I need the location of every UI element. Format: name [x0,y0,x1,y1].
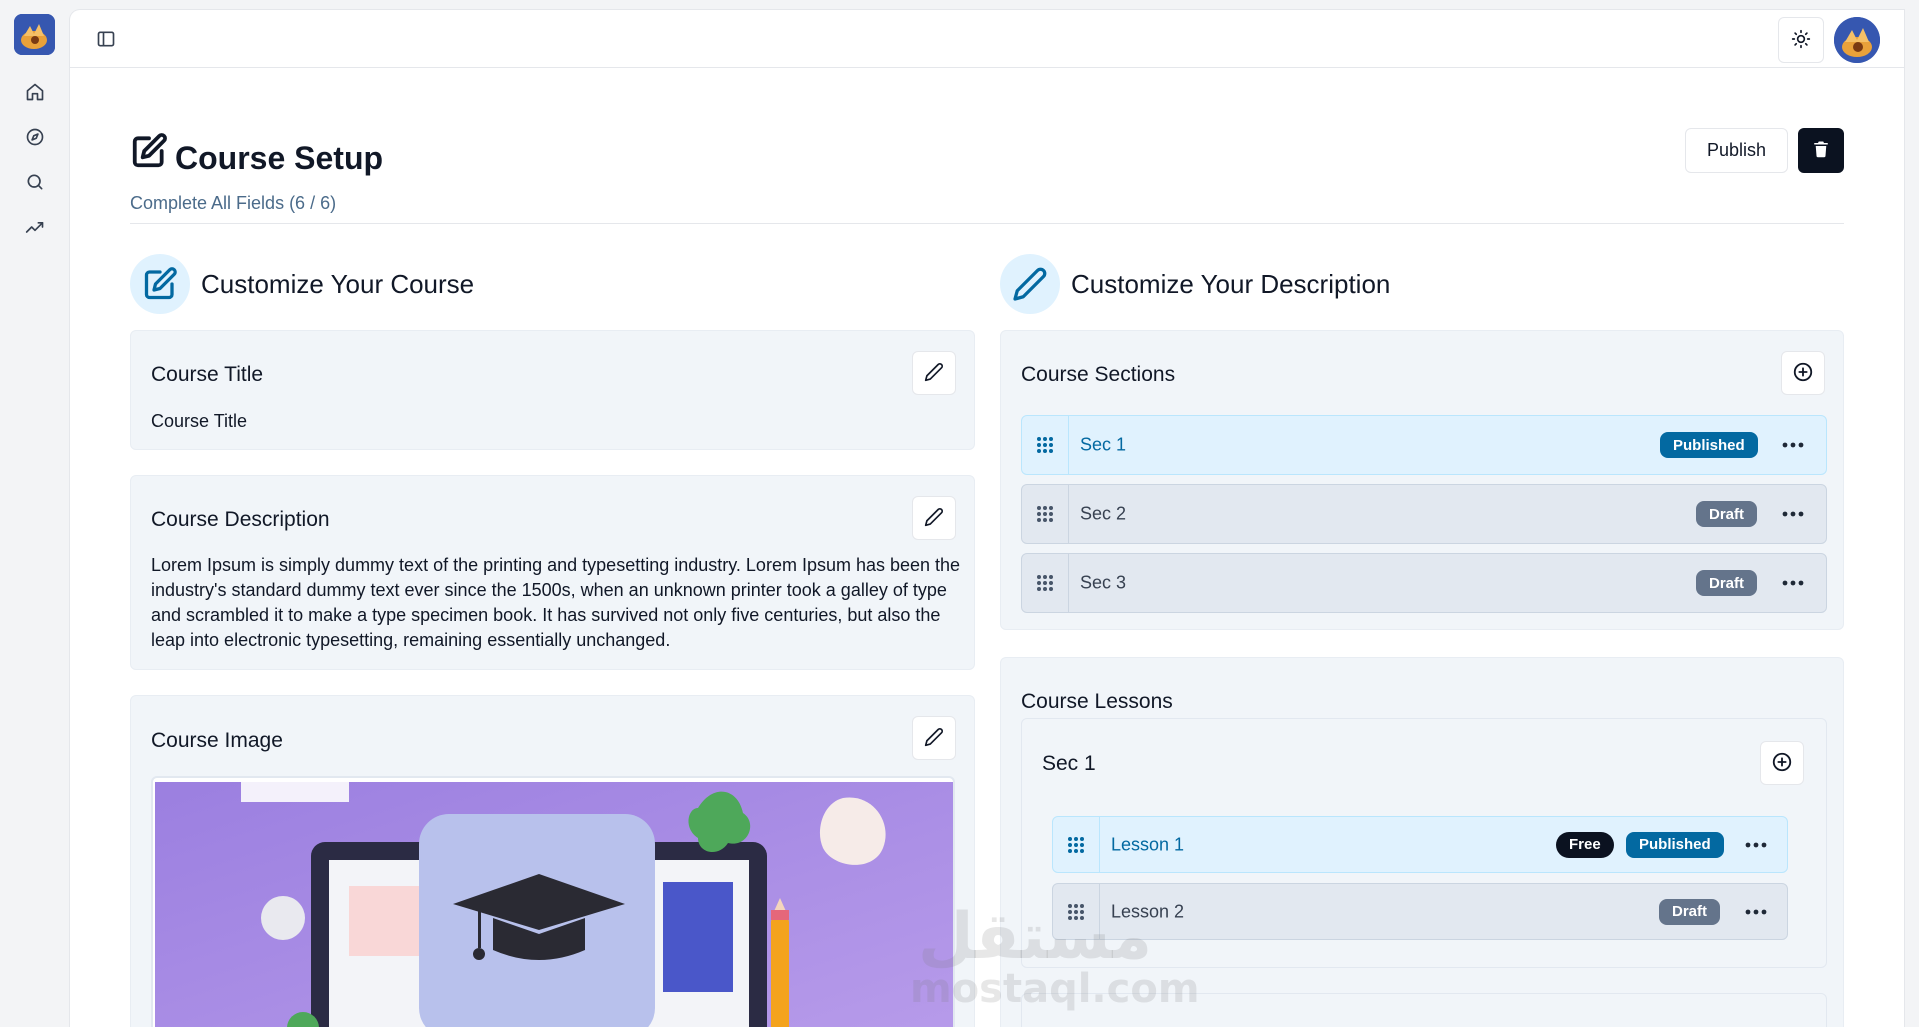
plus-circle-icon [1771,751,1793,776]
more-options-icon[interactable] [1778,504,1808,524]
course-sections-label: Course Sections [1021,363,1176,386]
course-sections-card: Course Sections Sec 1 Published Sec 2 Dr… [1000,330,1844,630]
free-badge: Free [1556,831,1614,858]
customize-course-heading: Customize Your Course [130,254,474,314]
lesson-group-name: Sec 1 [1042,752,1096,775]
course-description-value: Lorem Ipsum is simply dummy text of the … [151,555,961,650]
edit-title-button[interactable] [912,351,956,395]
trash-icon [1812,140,1830,161]
section-row[interactable]: Sec 1 Published [1021,415,1827,475]
drag-handle-icon[interactable] [1053,817,1100,872]
more-options-icon[interactable] [1741,835,1771,855]
pencil-icon [924,362,944,385]
course-title-label: Course Title [151,363,264,386]
course-setup-icon [130,132,168,170]
section-name: Sec 3 [1080,572,1127,593]
add-lesson-button[interactable] [1760,741,1804,785]
lesson-name: Lesson 2 [1111,901,1185,921]
search-icon [25,172,45,197]
edit-image-button[interactable] [912,716,956,760]
edit-square-icon [130,254,190,314]
customize-course-title: Customize Your Course [201,268,475,299]
top-bar [70,10,1904,68]
user-avatar[interactable] [1834,17,1880,63]
course-title-value: Course Title [151,411,248,431]
more-options-icon[interactable] [1741,902,1771,922]
plus-circle-icon [1792,361,1814,386]
compass-icon [25,127,45,152]
app-logo[interactable] [14,14,55,55]
sidebar-rail [0,0,70,1027]
pencil-icon [1000,254,1060,314]
section-row[interactable]: Sec 3 Draft [1021,553,1827,613]
home-nav-button[interactable] [20,79,50,109]
drag-handle-icon[interactable] [1053,884,1100,939]
course-description-label: Course Description [151,508,330,531]
course-lessons-card: Course Lessons Sec 1 Lesson 1 Free Publi… [1000,657,1844,1027]
main-panel: Course Setup Complete All Fields (6 / 6)… [70,10,1904,1027]
drag-handle-icon[interactable] [1022,554,1069,612]
customize-description-heading: Customize Your Description [1000,254,1390,314]
sidebar-toggle-button[interactable] [92,26,120,54]
header-divider [130,223,1844,224]
course-image [151,776,955,1027]
page-title: Course Setup [175,140,384,176]
course-title-card: Course Title Course Title [130,330,975,450]
status-badge: Draft [1696,501,1758,527]
browse-nav-button[interactable] [20,124,50,154]
completion-status: Complete All Fields (6 / 6) [130,193,337,213]
analytics-nav-button[interactable] [20,214,50,244]
search-nav-button[interactable] [20,169,50,199]
sun-icon [1791,29,1811,52]
lesson-row[interactable]: Lesson 1 Free Published [1052,816,1788,873]
status-badge: Published [1660,432,1758,458]
lesson-name: Lesson 1 [1111,834,1185,854]
pencil-icon [924,727,944,750]
more-options-icon[interactable] [1778,573,1808,593]
lesson-group-card: Sec 1 Lesson 1 Free Published Lesson 2 D… [1021,718,1827,968]
add-section-button[interactable] [1781,351,1825,395]
customize-description-title: Customize Your Description [1071,268,1391,299]
lesson-row[interactable]: Lesson 2 Draft [1052,883,1788,940]
course-lessons-label: Course Lessons [1021,690,1173,713]
delete-course-button[interactable] [1798,128,1844,173]
course-description-card: Course Description Lorem Ipsum is simply… [130,475,975,670]
status-badge: Published [1626,831,1724,858]
pencil-icon [924,507,944,530]
status-badge: Draft [1696,570,1758,596]
trending-icon [25,217,45,242]
course-image-card: Course Image [130,695,975,1027]
edit-description-button[interactable] [912,496,956,540]
section-name: Sec 2 [1080,503,1127,524]
more-options-icon[interactable] [1778,435,1808,455]
publish-button[interactable]: Publish [1685,128,1788,173]
section-name: Sec 1 [1080,434,1127,455]
home-icon [25,82,45,107]
section-row[interactable]: Sec 2 Draft [1021,484,1827,544]
course-image-label: Course Image [151,729,283,752]
sidebar-toggle-icon [96,29,116,52]
status-badge: Draft [1659,898,1721,925]
theme-toggle-button[interactable] [1778,17,1824,63]
lesson-group-card [1021,993,1827,1027]
drag-handle-icon[interactable] [1022,485,1069,543]
drag-handle-icon[interactable] [1022,416,1069,474]
